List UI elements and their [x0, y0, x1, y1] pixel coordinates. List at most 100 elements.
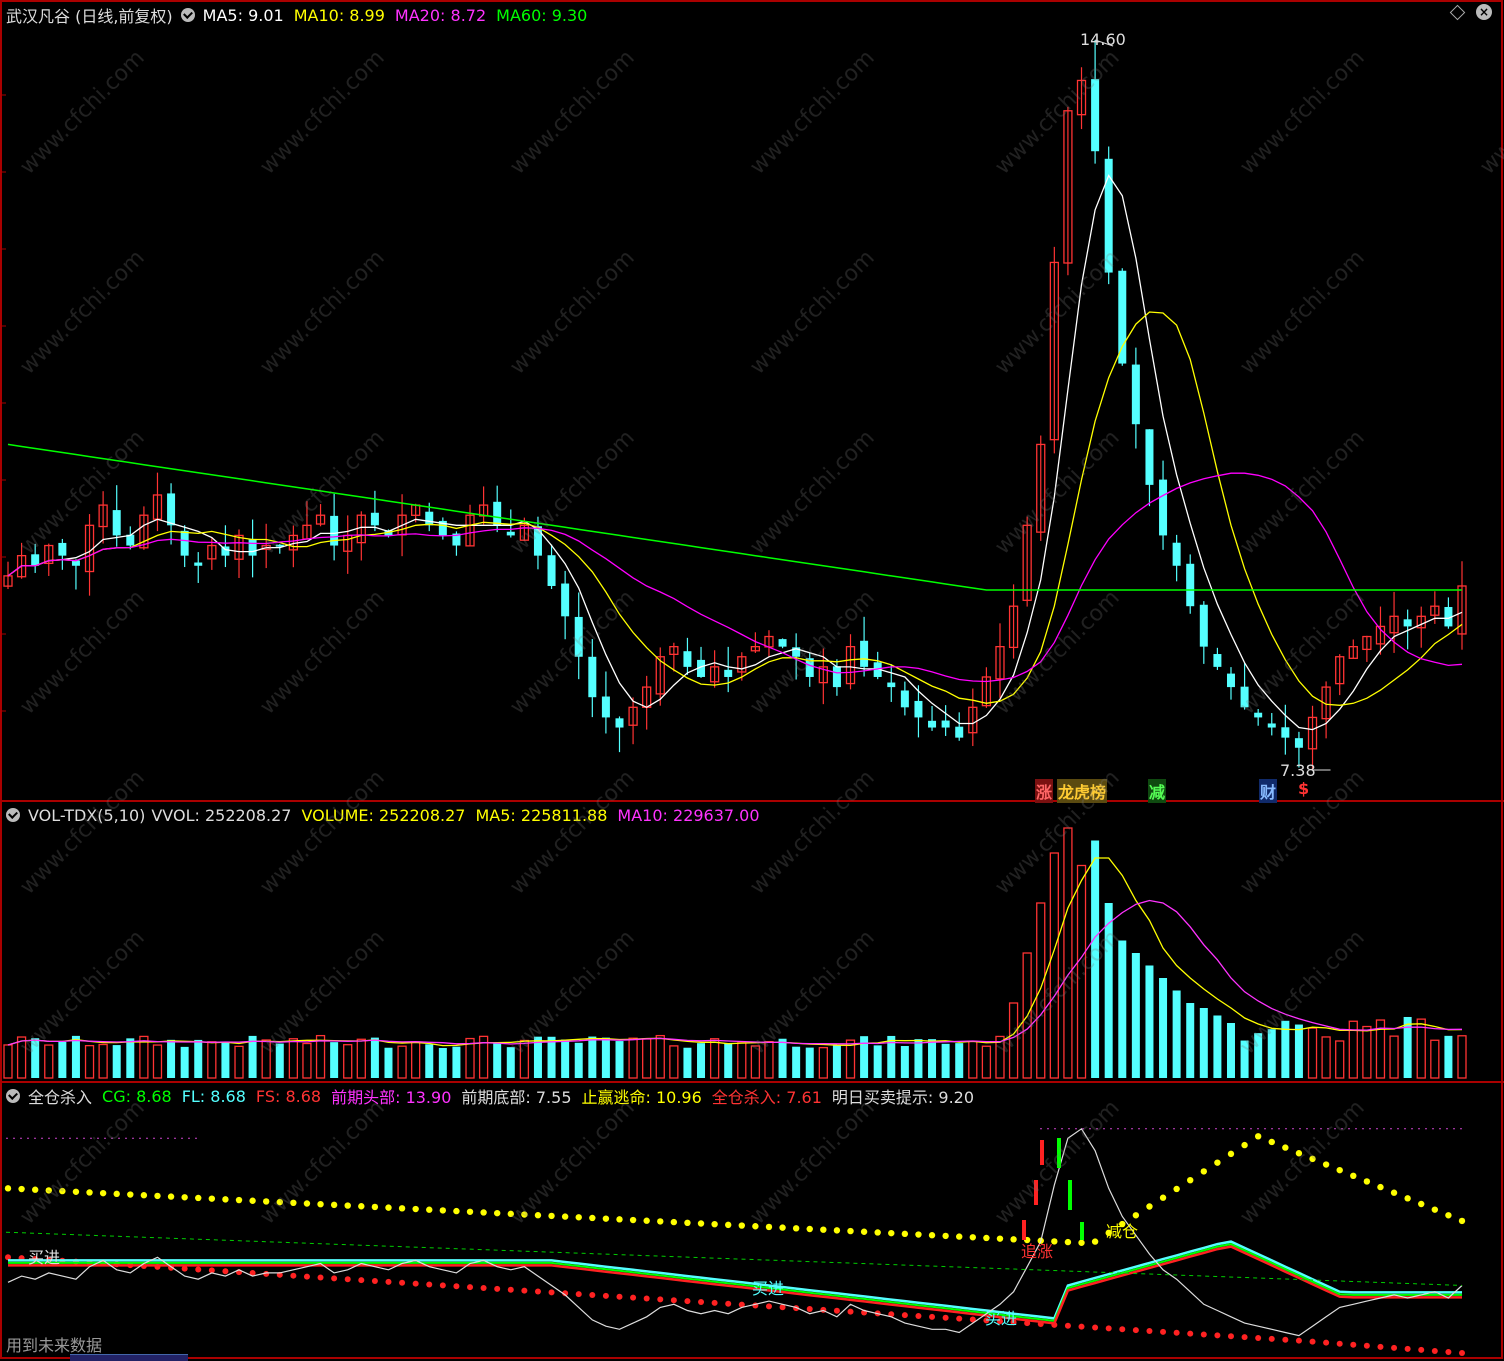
- prev-bottom-dot: [453, 1283, 460, 1290]
- prev-bottom-dot: [1078, 1323, 1085, 1330]
- prev-bottom-dot: [1431, 1347, 1438, 1354]
- candle-body-down: [1267, 723, 1276, 728]
- prev-bottom-dot: [833, 1307, 840, 1314]
- tag-cai[interactable]: 财: [1259, 779, 1278, 803]
- prev-top-dot: [86, 1189, 93, 1196]
- prev-top-dot: [901, 1230, 909, 1238]
- volume-bar-down: [180, 1046, 189, 1078]
- legend-take-profit: 止赢逃命: 10.96: [581, 1088, 702, 1107]
- ma20-line: [7, 472, 1463, 683]
- prev-top-dot: [983, 1234, 990, 1242]
- volume-bar-up: [1457, 1035, 1467, 1079]
- volume-bar-down: [697, 1043, 706, 1078]
- volume-bar-down: [778, 1038, 787, 1078]
- indicator-dropdown-icon[interactable]: [6, 1089, 20, 1103]
- volume-bar-up: [1049, 852, 1059, 1079]
- candle-body-down: [58, 542, 67, 556]
- prev-bottom-dot: [1187, 1330, 1194, 1337]
- volume-bar-up: [655, 1034, 665, 1079]
- volume-bar-up: [302, 1042, 312, 1079]
- volume-bar-down: [955, 1043, 964, 1078]
- prev-bottom-dot: [317, 1274, 324, 1281]
- prev-top-dot: [629, 1216, 637, 1224]
- volume-bar-down: [1213, 1015, 1222, 1078]
- take-profit-dashed: [5, 1231, 1463, 1286]
- volume-bar-down: [1186, 1003, 1195, 1078]
- dropdown-icon[interactable]: [180, 8, 195, 22]
- prev-top-dot: [18, 1185, 25, 1193]
- volume-bar-down: [1226, 1023, 1235, 1078]
- volume-bar-down: [588, 1036, 597, 1078]
- legend-fs: FS: 8.68: [255, 1086, 322, 1106]
- prev-top-dot: [398, 1205, 406, 1212]
- volume-bar-up: [234, 1045, 244, 1079]
- volume-bar-down: [860, 1036, 869, 1078]
- prev-bottom-dot: [1105, 1325, 1112, 1332]
- prev-top-dot: [806, 1225, 813, 1233]
- candle-body-down: [941, 720, 950, 728]
- prev-bottom-dot: [1132, 1327, 1139, 1334]
- prev-top-dot: [1458, 1217, 1466, 1225]
- prev-bottom-dot: [806, 1306, 813, 1313]
- legend-ma60: MA60: 9.30: [496, 5, 588, 25]
- prev-bottom-dot: [385, 1278, 392, 1285]
- main-header: 武汉凡谷 (日线,前复权) MA5: 9.01 MA10: 8.99 MA20:…: [6, 4, 597, 27]
- prev-bottom-dot: [1282, 1336, 1289, 1343]
- volume-bar-down: [58, 1041, 67, 1078]
- prev-bottom-dot: [1146, 1327, 1153, 1334]
- signal-buy-2: 买进: [752, 1279, 785, 1298]
- legend-fl: FL: 8.68: [181, 1086, 246, 1106]
- prev-bottom-dot: [1092, 1324, 1099, 1331]
- legend-ma10: MA10: 8.99: [293, 5, 385, 25]
- prev-bottom-dot: [1445, 1348, 1452, 1355]
- prev-top-dot: [127, 1191, 134, 1198]
- prev-top-dot: [1064, 1238, 1072, 1246]
- signal-bar: [1068, 1180, 1072, 1210]
- signal-buy-1: 买进: [28, 1248, 61, 1267]
- candle-body-down: [928, 720, 937, 728]
- volume-bar-down: [683, 1047, 692, 1078]
- prev-bottom-dot: [1160, 1328, 1167, 1335]
- tag-jian[interactable]: 减: [1148, 779, 1167, 803]
- stock-title: 武汉凡谷 (日线,前复权): [6, 7, 173, 26]
- candle-body-down: [1145, 429, 1154, 485]
- prev-bottom-dot: [1214, 1332, 1221, 1339]
- prev-top-dot: [942, 1232, 949, 1240]
- volume-bar-up: [315, 1034, 326, 1079]
- prev-bottom-dot: [371, 1277, 378, 1284]
- legend-prev-bottom: 前期底部: 7.55: [461, 1088, 572, 1107]
- volume-bar-up: [1335, 1040, 1345, 1079]
- prev-bottom-dot: [1295, 1337, 1302, 1344]
- volume-bar-down: [547, 1036, 556, 1078]
- prev-bottom-dot: [602, 1292, 609, 1299]
- close-icon[interactable]: ×: [1476, 4, 1492, 20]
- prev-bottom-dot: [643, 1295, 650, 1302]
- prev-bottom-dot: [698, 1299, 705, 1306]
- legend-all-in: 全仓杀入: 7.61: [711, 1088, 822, 1107]
- tag-dollar[interactable]: $: [1297, 779, 1310, 798]
- volume-bar-down: [370, 1037, 379, 1078]
- prev-top-dot: [738, 1222, 745, 1229]
- prev-top-dot: [1431, 1206, 1439, 1213]
- prev-bottom-dot: [1323, 1339, 1330, 1346]
- tag-zhang[interactable]: 涨: [1035, 779, 1054, 803]
- volume-bar-down: [194, 1039, 203, 1078]
- volume-bar-up: [628, 1037, 638, 1079]
- volume-dropdown-icon[interactable]: [6, 808, 20, 822]
- volume-bar-down: [112, 1045, 121, 1078]
- volume-bar-down: [805, 1047, 814, 1078]
- prev-bottom-dot: [684, 1298, 691, 1305]
- prev-bottom-dot: [725, 1300, 732, 1307]
- volume-bar-down: [425, 1044, 434, 1078]
- prev-top-dot: [561, 1213, 569, 1220]
- prev-bottom-dot: [765, 1303, 772, 1310]
- volume-bar-up: [3, 1044, 13, 1079]
- volume-bar-up: [1389, 1035, 1399, 1079]
- legend-vol-ma10: MA10: 229637.00: [617, 805, 760, 825]
- prev-bottom-dot: [670, 1297, 677, 1304]
- volume-bar-down: [506, 1047, 515, 1078]
- signal-bar: [1080, 1222, 1084, 1240]
- volume-bar-up: [44, 1044, 54, 1079]
- volume-bar-up: [1321, 1036, 1331, 1079]
- prev-top-dot: [1418, 1200, 1425, 1208]
